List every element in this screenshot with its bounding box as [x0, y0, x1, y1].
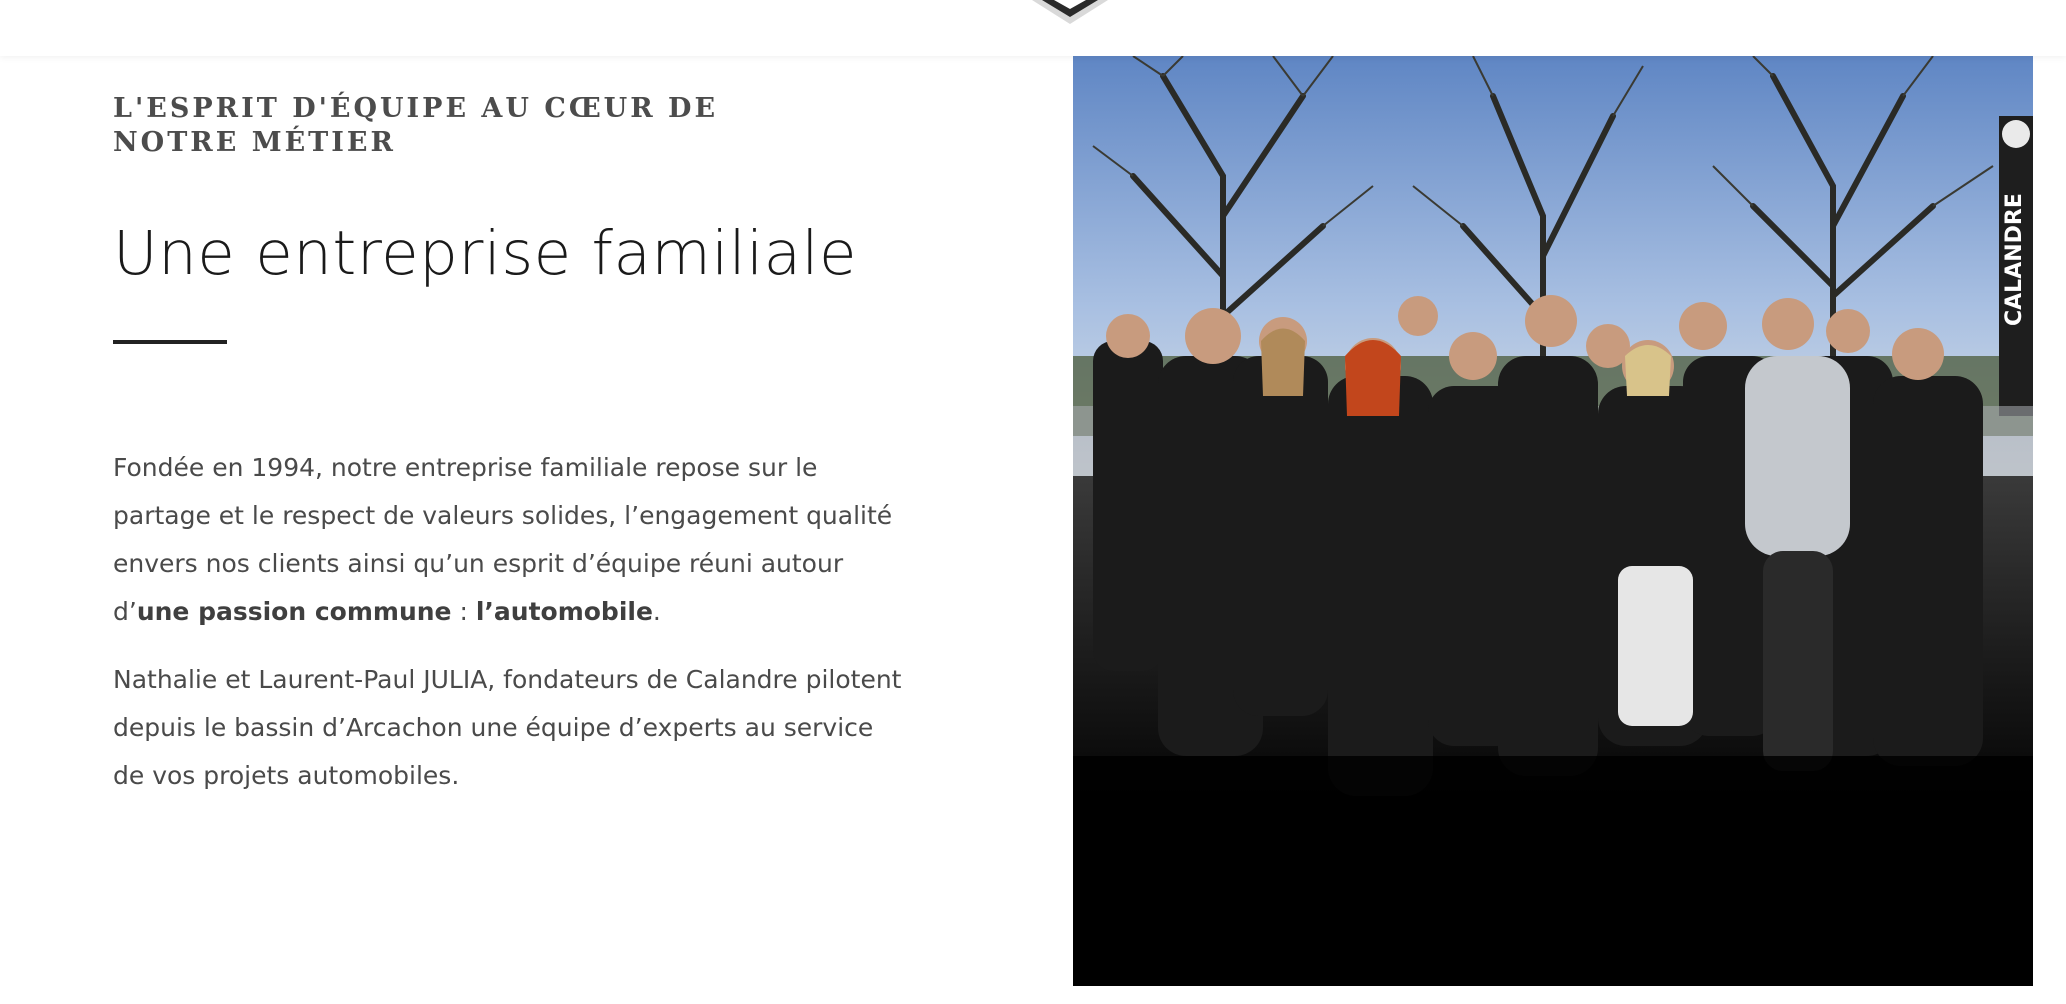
bold-automobile: l’automobile	[475, 597, 653, 626]
sign-text: CALANDRE	[2002, 193, 2027, 326]
title-divider	[113, 340, 227, 344]
intro-text-column: L'ESPRIT D'ÉQUIPE AU CŒUR DE NOTRE MÉTIE…	[113, 56, 903, 800]
paragraph-separator: :	[451, 597, 476, 626]
section-body: Fondée en 1994, notre entreprise familia…	[113, 444, 903, 800]
site-header	[0, 0, 2066, 56]
section-title: Une entreprise familiale	[113, 218, 858, 289]
intro-paragraph-2: Nathalie et Laurent-Paul JULIA, fondateu…	[113, 665, 902, 790]
calandre-shield-logo-icon[interactable]	[1032, 0, 1108, 24]
section-eyebrow: L'ESPRIT D'ÉQUIPE AU CŒUR DE NOTRE MÉTIE…	[113, 93, 719, 158]
page: L'ESPRIT D'ÉQUIPE AU CŒUR DE NOTRE MÉTIE…	[0, 0, 2066, 1004]
paragraph-end: .	[652, 597, 661, 626]
team-photo: CALANDRE	[1073, 56, 2033, 986]
team-photo-image: CALANDRE	[1073, 56, 2033, 986]
intro-paragraph-1: Fondée en 1994, notre entreprise familia…	[113, 444, 903, 636]
bold-passion: une passion commune	[136, 597, 452, 626]
